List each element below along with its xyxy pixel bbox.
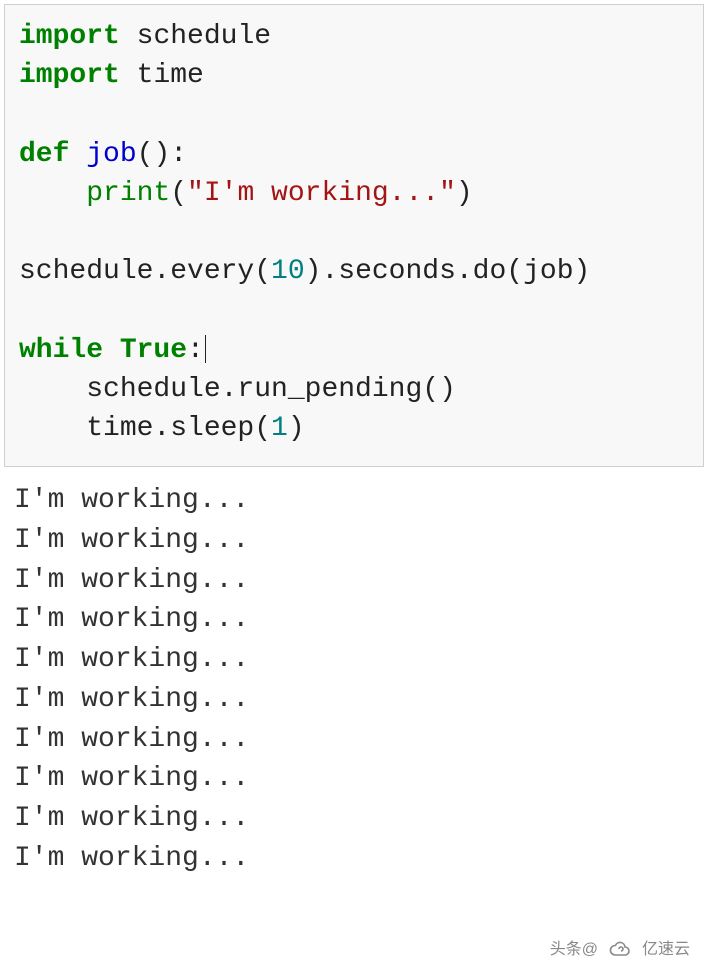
output-line: I'm working... [14,843,249,874]
code-block: import schedule import time def job(): p… [4,4,704,467]
code-text [120,21,137,52]
code-text: schedule.run_pending() [19,374,456,405]
number-literal: 10 [271,256,305,287]
module-name: time [137,60,204,91]
code-text [120,60,137,91]
keyword-true: True [120,335,187,366]
code-text: : [187,335,204,366]
output-line: I'm working... [14,565,249,596]
output-line: I'm working... [14,485,249,516]
code-text: ).seconds.do(job) [305,256,591,287]
output-line: I'm working... [14,803,249,834]
text-cursor [205,335,206,363]
function-name: job [86,139,136,170]
keyword-while: while [19,335,103,366]
keyword-import: import [19,60,120,91]
code-text: schedule.every( [19,256,271,287]
cloud-icon [608,938,632,962]
output-line: I'm working... [14,644,249,675]
code-text: ( [170,178,187,209]
keyword-def: def [19,139,69,170]
builtin-print: print [86,178,170,209]
watermark-text: 亿速云 [642,939,690,961]
code-text: time.sleep( [19,413,271,444]
indent [19,178,86,209]
output-block: I'm working... I'm working... I'm workin… [0,471,708,879]
keyword-import: import [19,21,120,52]
code-text [103,335,120,366]
module-name: schedule [137,21,271,52]
output-line: I'm working... [14,724,249,755]
code-text [69,139,86,170]
output-line: I'm working... [14,763,249,794]
string-literal: "I'm working..." [187,178,456,209]
code-text: (): [137,139,187,170]
code-text: ) [288,413,305,444]
output-line: I'm working... [14,525,249,556]
watermark-text: 头条@ [550,939,598,961]
code-text: ) [456,178,473,209]
number-literal: 1 [271,413,288,444]
output-line: I'm working... [14,604,249,635]
output-line: I'm working... [14,684,249,715]
watermark: 头条@ 亿速云 [550,938,690,962]
